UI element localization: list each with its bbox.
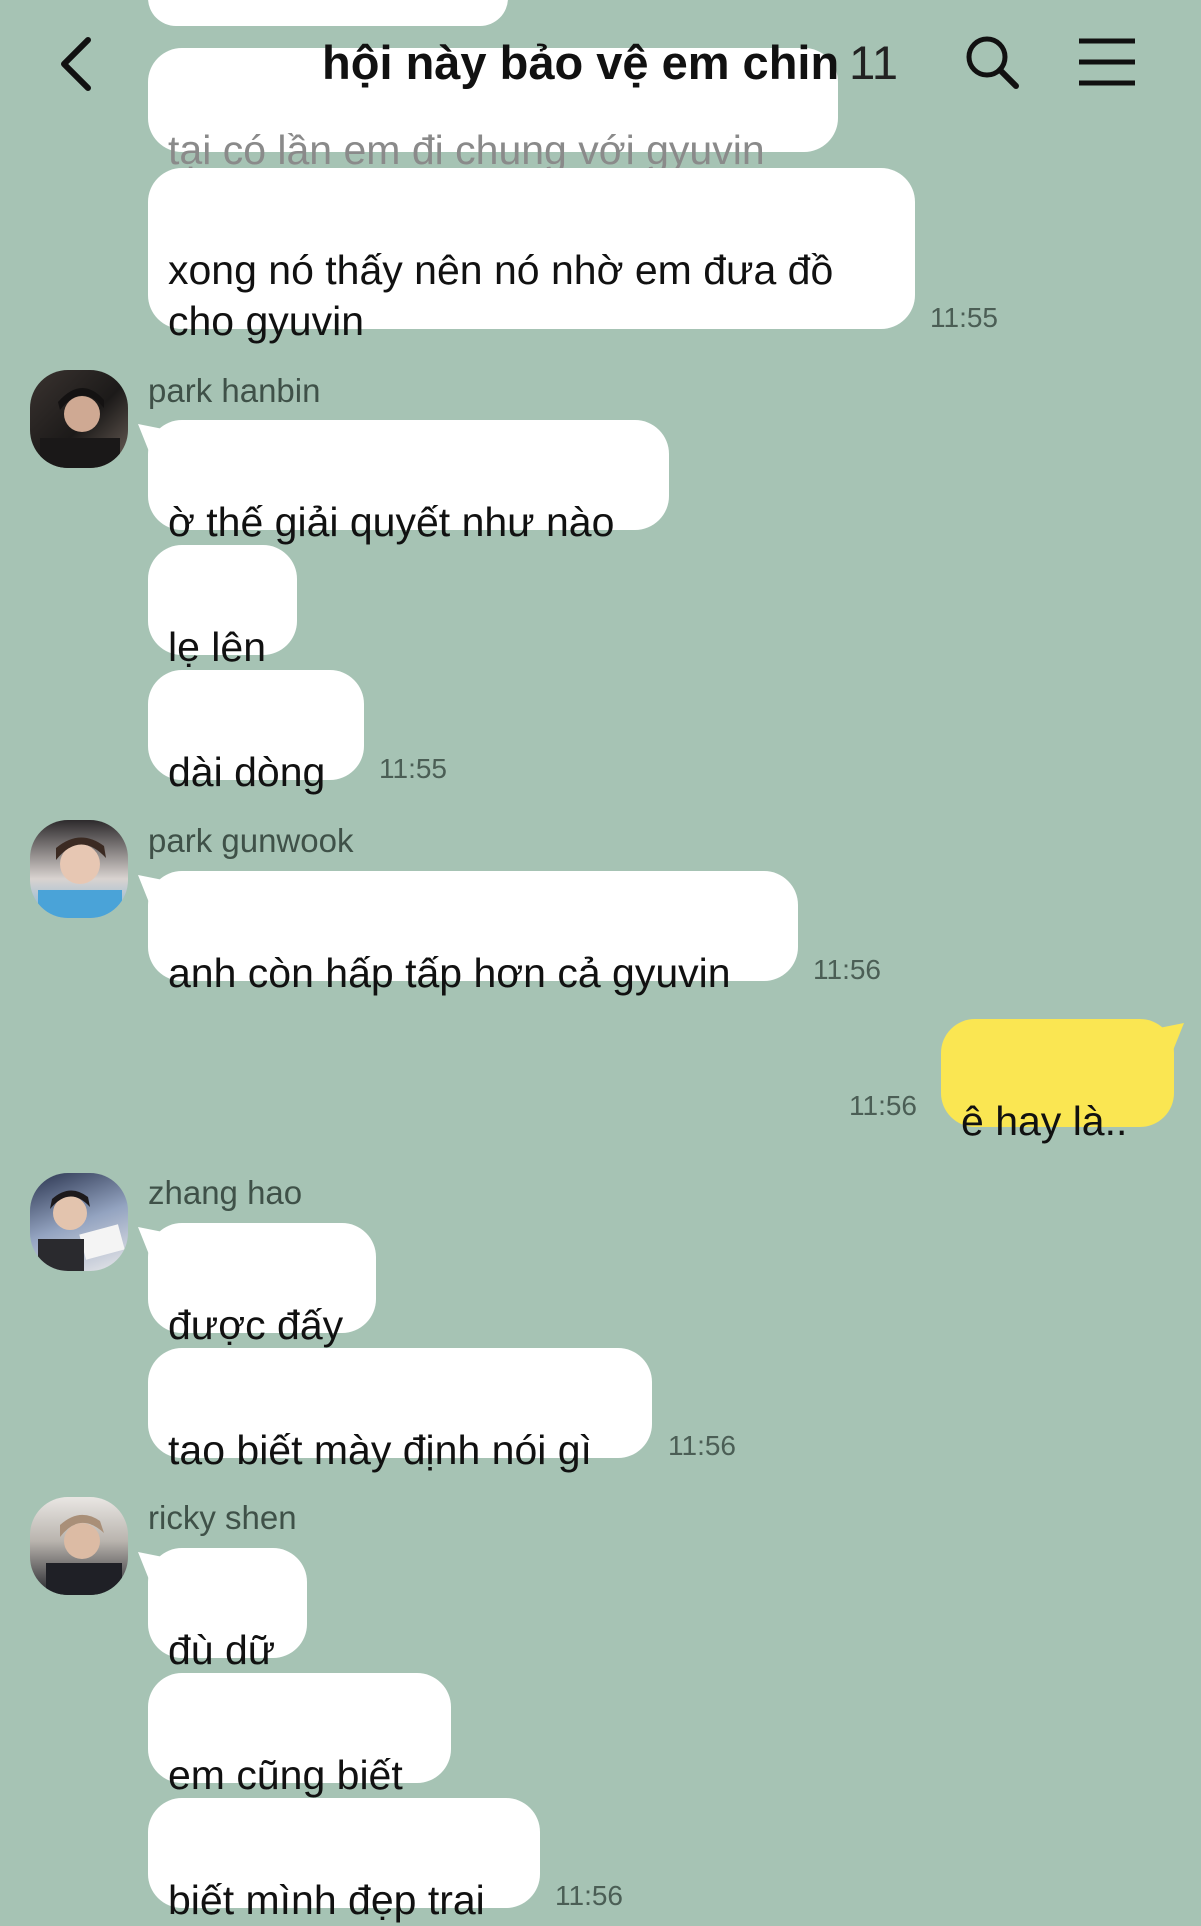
message-text: đù dữ bbox=[168, 1627, 276, 1673]
message-timestamp: 11:56 bbox=[668, 1430, 736, 1461]
message-timestamp: 11:56 bbox=[849, 1090, 917, 1121]
message-bubble[interactable]: ờ thế giải quyết như nào bbox=[148, 420, 669, 545]
sender-name: park gunwook bbox=[148, 822, 354, 859]
message-text: ê hay là.. bbox=[961, 1098, 1128, 1144]
message-text: xong nó thấy nên nó nhờ em đưa đồ cho gy… bbox=[168, 247, 834, 344]
avatar[interactable] bbox=[30, 820, 128, 918]
sender-name: zhang hao bbox=[148, 1174, 303, 1211]
message-bubble[interactable]: lẹ lên bbox=[148, 545, 297, 670]
message-bubble[interactable]: em cũng biết bbox=[148, 1673, 451, 1798]
sender-name: park hanbin bbox=[148, 372, 321, 409]
chat-title-text: hội này bảo vệ em chin bbox=[322, 36, 840, 89]
message-text: lẹ lên bbox=[168, 624, 267, 670]
message-text: biết mình đẹp trai bbox=[168, 1877, 485, 1923]
message-bubble[interactable]: biết mình đẹp trai bbox=[148, 1798, 540, 1923]
message-timestamp: 11:55 bbox=[930, 302, 998, 333]
message-bubble[interactable]: tao biết mày định nói gì bbox=[148, 1348, 652, 1473]
my-message-bubble[interactable]: ê hay là.. bbox=[941, 1019, 1174, 1144]
message-timestamp: 11:56 bbox=[555, 1880, 623, 1911]
message-bubble[interactable]: được đấy bbox=[148, 1223, 376, 1348]
message-text: em cũng biết bbox=[168, 1752, 403, 1798]
message-text: được đấy bbox=[168, 1302, 344, 1348]
message-timestamp: 11:55 bbox=[379, 753, 447, 784]
message-text: dài dòng bbox=[168, 749, 326, 795]
message-bubble[interactable]: xong nó thấy nên nó nhờ em đưa đồ cho gy… bbox=[148, 168, 915, 344]
message-timestamp: 11:56 bbox=[813, 954, 881, 985]
message-text: anh còn hấp tấp hơn cả gyuvin bbox=[168, 950, 731, 996]
avatar[interactable] bbox=[30, 1497, 128, 1595]
header-bar: hội này bảo vệ em chin 11 bbox=[0, 0, 1201, 130]
member-count: 11 bbox=[849, 36, 898, 89]
message-bubble[interactable]: dài dòng bbox=[148, 670, 364, 795]
avatar[interactable] bbox=[30, 370, 128, 468]
message-text: tao biết mày định nói gì bbox=[168, 1427, 592, 1473]
chat-title: hội này bảo vệ em chin 11 bbox=[300, 35, 920, 90]
menu-icon[interactable] bbox=[1076, 36, 1138, 88]
sender-name: ricky shen bbox=[148, 1499, 297, 1536]
message-text: tại có lần em đi chung với gyuvin bbox=[168, 127, 765, 173]
avatar[interactable] bbox=[30, 1173, 128, 1271]
message-text: ờ thế giải quyết như nào bbox=[168, 499, 615, 545]
back-icon[interactable] bbox=[52, 34, 102, 94]
search-icon[interactable] bbox=[962, 32, 1022, 92]
message-bubble[interactable]: anh còn hấp tấp hơn cả gyuvin bbox=[148, 871, 798, 996]
message-bubble[interactable]: đù dữ bbox=[148, 1548, 307, 1673]
